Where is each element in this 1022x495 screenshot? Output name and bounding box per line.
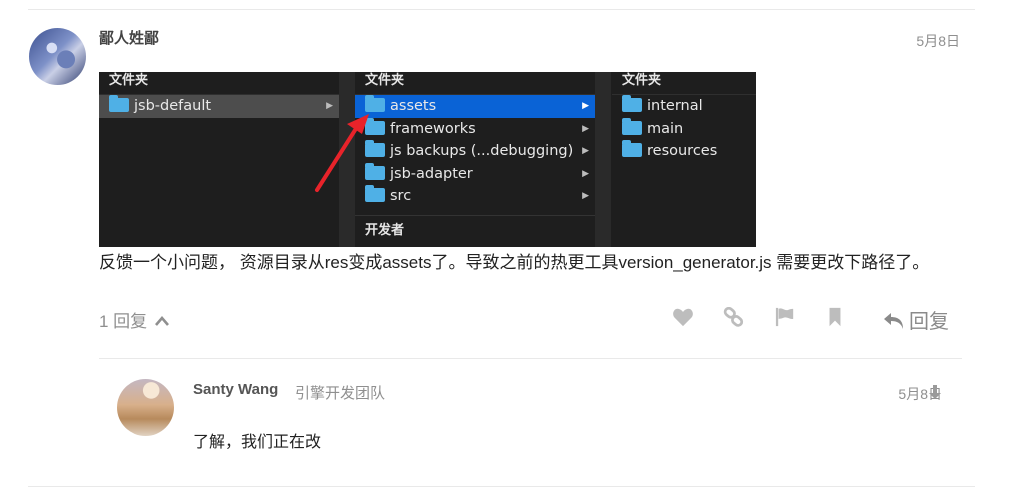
reply-button[interactable]: 回复 [883,305,949,334]
reply-username[interactable]: Santy Wang [193,381,278,398]
post-actions: 1 回复 回复 [99,305,949,333]
replies-toggle[interactable]: 1 回复 [99,307,169,332]
chevron-up-icon [154,316,169,326]
bookmark-icon[interactable] [824,307,846,327]
reply-user-title: 引擎开发团队 [295,385,386,402]
arrow-down-icon[interactable] [927,384,943,400]
reply-button-label: 回复 [909,311,949,333]
avatar[interactable] [29,28,86,85]
reply-body: 了解，我们正在改 [193,434,322,451]
replies-count: 1 回复 [99,312,148,331]
post-body: 反馈一个小问题， 资源目录从res变成assets了。导致之前的热更工具vers… [99,253,930,272]
link-icon[interactable] [723,307,745,327]
flag-icon[interactable] [774,307,796,327]
reply-icon [884,313,903,329]
top-divider [28,9,975,10]
heart-icon[interactable] [672,307,694,327]
reply-divider [99,358,962,359]
post-username[interactable]: 鄙人姓鄙 [99,27,159,48]
finder-screenshot[interactable]: 文件夹 jsb-default ▶ 文件夹 assets ▶ framework… [99,72,756,247]
annotation-arrow-icon [315,114,369,192]
bottom-divider [28,486,975,487]
avatar[interactable] [117,379,174,436]
post-date[interactable]: 5月8日 [916,31,960,51]
